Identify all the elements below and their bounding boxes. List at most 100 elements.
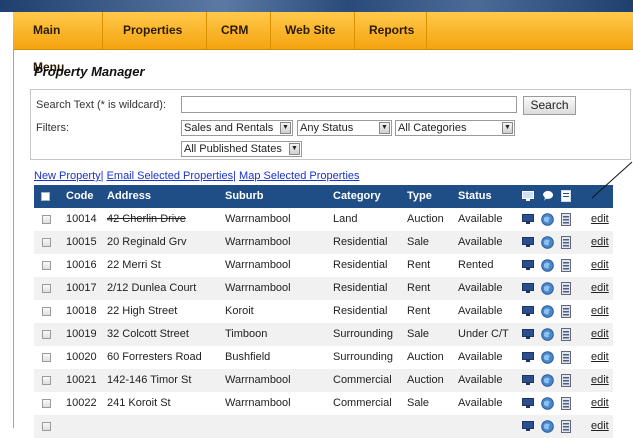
nav-crm[interactable]: CRM [207, 12, 271, 49]
globe-icon[interactable] [541, 328, 554, 341]
edit-link[interactable]: edit [591, 231, 609, 254]
edit-link[interactable]: edit [591, 277, 609, 300]
document-icon[interactable] [561, 305, 571, 318]
edit-link[interactable]: edit [591, 415, 609, 438]
globe-icon[interactable] [541, 305, 554, 318]
monitor-icon[interactable] [522, 237, 534, 248]
document-icon[interactable] [561, 420, 571, 433]
edit-link[interactable]: edit [591, 346, 609, 369]
nav-web-site[interactable]: Web Site [271, 12, 355, 49]
edit-link[interactable]: edit [591, 392, 609, 415]
globe-icon[interactable] [541, 397, 554, 410]
row-checkbox[interactable] [42, 422, 51, 431]
document-icon[interactable] [561, 282, 571, 295]
header-category[interactable]: Category [333, 185, 381, 208]
document-icon[interactable] [561, 374, 571, 387]
cell-suburb: Warrnambool [225, 282, 291, 294]
map-selected-link[interactable]: Map Selected Properties [239, 170, 359, 182]
document-icon[interactable] [561, 397, 571, 410]
cell-status: Available [458, 374, 503, 386]
monitor-icon[interactable] [522, 283, 534, 294]
globe-icon[interactable] [541, 420, 554, 433]
globe-icon[interactable] [541, 213, 554, 226]
header-status[interactable]: Status [458, 185, 492, 208]
nav-properties[interactable]: Properties [109, 12, 207, 49]
cell-category: Residential [333, 259, 388, 271]
cell-status: Available [458, 397, 503, 409]
globe-icon[interactable] [541, 259, 554, 272]
monitor-icon[interactable] [522, 329, 534, 340]
edit-link[interactable]: edit [591, 369, 609, 392]
row-checkbox[interactable] [42, 215, 51, 224]
table-row: 10020 60 Forresters Road Bushfield Surround… [34, 346, 613, 369]
header-code[interactable]: Code [66, 185, 94, 208]
document-icon[interactable] [561, 328, 571, 341]
link-separator: | [100, 170, 104, 182]
page-title: Property Manager [34, 64, 145, 79]
cell-suburb: Warrnambool [225, 374, 291, 386]
monitor-icon[interactable] [522, 398, 534, 409]
document-icon[interactable] [561, 259, 571, 272]
edit-link[interactable]: edit [591, 323, 609, 346]
row-checkbox[interactable] [42, 330, 51, 339]
globe-icon[interactable] [541, 374, 554, 387]
monitor-icon[interactable] [522, 375, 534, 386]
row-checkbox[interactable] [42, 399, 51, 408]
cell-category: Commercial [333, 397, 392, 409]
nav-main-menu[interactable]: Main Menu [19, 12, 103, 74]
table-row: 10022 241 Koroit St Warrnambool Commercial S… [34, 392, 613, 415]
cell-address: 241 Koroit St [107, 397, 171, 409]
edit-link[interactable]: edit [591, 254, 609, 277]
filter-published-select[interactable]: All Published States ▼ [181, 141, 302, 157]
row-checkbox[interactable] [42, 376, 51, 385]
header-type[interactable]: Type [407, 185, 432, 208]
table-row: 10015 20 Reginald Grv Warrnambool Residenti… [34, 231, 613, 254]
row-checkbox[interactable] [42, 261, 51, 270]
monitor-icon[interactable] [522, 214, 534, 225]
globe-icon[interactable] [541, 236, 554, 249]
edit-link[interactable]: edit [591, 300, 609, 323]
filter-type-select[interactable]: Sales and Rentals ▼ [181, 120, 293, 136]
row-checkbox[interactable] [42, 307, 51, 316]
document-icon[interactable] [561, 213, 571, 226]
row-checkbox[interactable] [42, 238, 51, 247]
table-header: Code Address Suburb Category Type Status [34, 185, 613, 208]
monitor-icon[interactable] [522, 421, 534, 432]
cell-address: 22 Merri St [107, 259, 161, 271]
globe-icon[interactable] [541, 351, 554, 364]
header-address[interactable]: Address [107, 185, 151, 208]
chevron-down-icon: ▼ [379, 122, 390, 134]
row-checkbox[interactable] [42, 353, 51, 362]
row-checkbox[interactable] [42, 284, 51, 293]
search-button[interactable]: Search [523, 96, 576, 115]
monitor-icon[interactable] [522, 352, 534, 363]
cell-status: Available [458, 213, 503, 225]
document-icon[interactable] [561, 236, 571, 249]
cell-address: 2/12 Dunlea Court [107, 282, 197, 294]
new-property-link[interactable]: New Property [34, 170, 101, 182]
header-suburb[interactable]: Suburb [225, 185, 264, 208]
document-icon[interactable] [561, 351, 571, 364]
email-selected-link[interactable]: Email Selected Properties [107, 170, 234, 182]
cell-type: Sale [407, 328, 430, 340]
table-row: 10014 42 Cherlin Drive Warrnambool Land Auct… [34, 208, 613, 231]
monitor-icon[interactable] [522, 306, 534, 317]
cell-type: Sale [407, 236, 430, 248]
cell-code: 10017 [66, 282, 97, 294]
filter-status-select[interactable]: Any Status ▼ [297, 120, 392, 136]
globe-icon[interactable] [541, 282, 554, 295]
top-banner-strip [0, 0, 633, 12]
cell-suburb: Timboon [225, 328, 268, 340]
filter-category-select[interactable]: All Categories ▼ [395, 120, 515, 136]
edit-link[interactable]: edit [591, 208, 609, 231]
monitor-icon[interactable] [522, 260, 534, 271]
cell-address: 20 Reginald Grv [107, 236, 187, 248]
cell-code: 10016 [66, 259, 97, 271]
cell-code: 10021 [66, 374, 97, 386]
select-all-checkbox[interactable] [41, 192, 50, 201]
search-input[interactable] [181, 96, 517, 113]
cell-address: 60 Forresters Road [107, 351, 202, 363]
nav-reports[interactable]: Reports [355, 12, 427, 49]
cell-type: Auction [407, 374, 444, 386]
cell-category: Residential [333, 305, 388, 317]
